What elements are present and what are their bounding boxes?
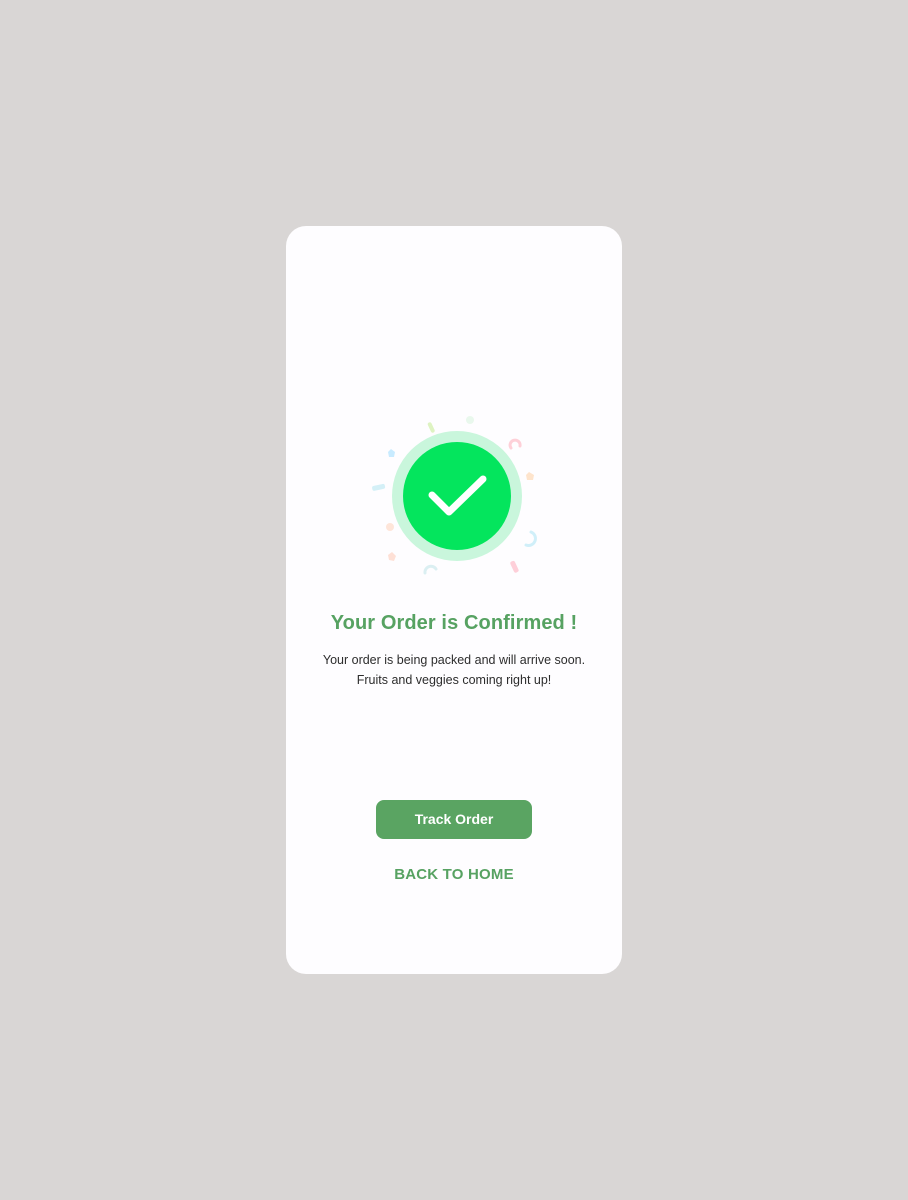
- back-to-home-link[interactable]: BACK TO HOME: [286, 866, 622, 883]
- track-order-button[interactable]: Track Order: [376, 800, 532, 839]
- confirmation-message-line-1: Your order is being packed and will arri…: [322, 653, 586, 667]
- check-circle-icon: [403, 442, 511, 550]
- success-illustration: [346, 409, 562, 585]
- confirmation-title: Your Order is Confirmed !: [330, 612, 578, 634]
- confirmation-message: Your order is being packed and will arri…: [286, 651, 622, 690]
- confirmation-message-line-2: Fruits and veggies coming right up!: [356, 672, 552, 687]
- order-confirmation-card: Your Order is Confirmed ! Your order is …: [286, 226, 622, 974]
